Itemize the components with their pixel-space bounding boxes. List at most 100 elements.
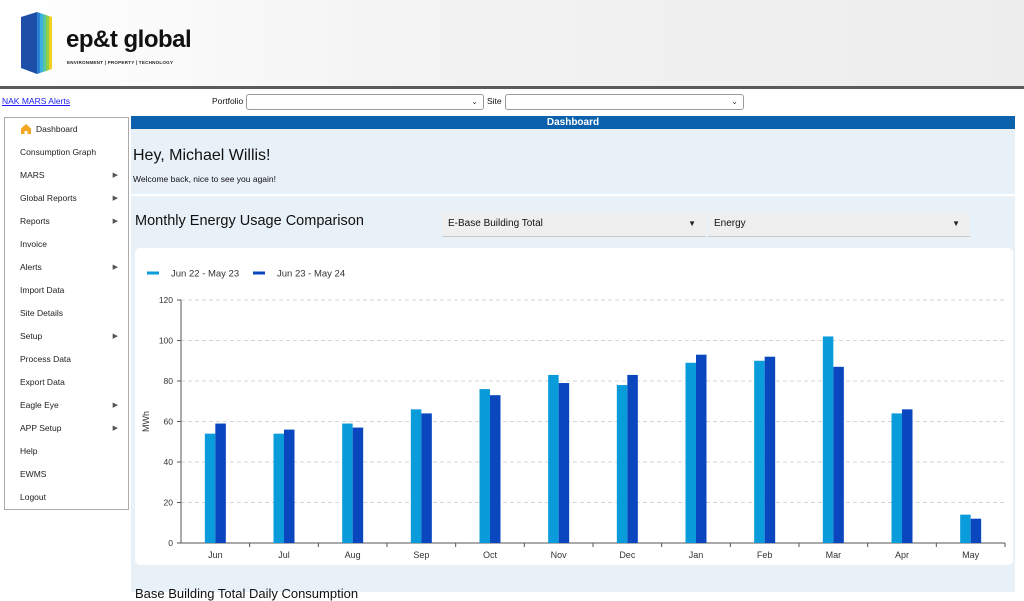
chart-section: Monthly Energy Usage Comparison E-Base B…	[131, 196, 1015, 601]
page-title-bar: Dashboard	[131, 116, 1015, 129]
caret-right-icon: ▶	[112, 172, 118, 179]
bar	[970, 518, 982, 543]
sidebar-item-label: MARS	[20, 170, 45, 180]
sidebar-item-eagle-eye[interactable]: Eagle Eye ▶	[5, 394, 128, 417]
y-tick-label: 40	[164, 457, 174, 467]
bar	[284, 429, 295, 543]
caret-right-icon: ▶	[112, 402, 118, 409]
sidebar-item-app-setup[interactable]: APP Setup ▶	[5, 417, 128, 440]
sidebar-item-label: Reports	[20, 216, 50, 226]
sidebar-item-invoice[interactable]: Invoice	[5, 233, 128, 256]
bar	[616, 385, 628, 543]
x-tick-label: Jan	[689, 550, 704, 560]
y-axis-label: MWh	[141, 411, 151, 432]
legend-label: Jun 22 - May 23	[171, 269, 239, 280]
bar	[764, 356, 776, 543]
brand-logo-icon	[21, 12, 52, 74]
building-dropdown-value: E-Base Building Total	[448, 218, 543, 229]
sidebar-item-mars[interactable]: MARS ▶	[5, 164, 128, 187]
bar	[479, 389, 490, 543]
sidebar-item-label: Global Reports	[20, 193, 77, 203]
chart-card: Jun 22 - May 23 Jun 23 - May 24 0 20 40 60 80 1…	[135, 248, 1013, 565]
legend-label: Jun 23 - May 24	[277, 269, 345, 280]
sidebar-item-label: APP Setup	[20, 423, 62, 433]
bar	[833, 366, 844, 543]
sidebar-item-setup[interactable]: Setup ▶	[5, 325, 128, 348]
bar	[342, 423, 353, 543]
sidebar-item-logout[interactable]: Logout	[5, 486, 128, 509]
site-select[interactable]: ⌄	[505, 94, 744, 110]
chevron-down-icon: ⌄	[731, 97, 738, 106]
sidebar-item-consumption-graph[interactable]: Consumption Graph	[5, 141, 128, 164]
bar	[696, 354, 707, 543]
x-tick-label: Oct	[483, 550, 498, 560]
bar	[627, 374, 638, 543]
sidebar-item-import-data[interactable]: Import Data	[5, 279, 128, 302]
building-dropdown[interactable]: E-Base Building Total ▼	[442, 213, 706, 237]
bar	[421, 413, 432, 543]
y-tick-label: 100	[159, 336, 173, 346]
sidebar-item-label: Consumption Graph	[20, 147, 97, 157]
y-tick-label: 0	[168, 538, 173, 548]
bar	[410, 409, 422, 543]
brand-tagline: ENVIRONMENT | PROPERTY | TECHNOLOGY	[67, 60, 174, 65]
x-tick-label: Apr	[895, 550, 909, 560]
bar	[352, 427, 364, 543]
bar	[754, 360, 765, 543]
home-icon	[21, 124, 31, 134]
x-tick-label: Jun	[208, 550, 223, 560]
app-header: ep&t global ENVIRONMENT | PROPERTY | TEC…	[0, 0, 1024, 89]
x-tick-label: Aug	[345, 550, 361, 560]
sidebar-item-process-data[interactable]: Process Data	[5, 348, 128, 371]
sidebar-item-dashboard[interactable]: Dashboard	[5, 118, 128, 141]
x-tick-label: Sep	[413, 550, 429, 560]
sidebar-item-help[interactable]: Help	[5, 440, 128, 463]
greeting-heading: Hey, Michael Willis!	[133, 147, 271, 164]
portfolio-select[interactable]: ⌄	[246, 94, 484, 110]
bar	[902, 409, 913, 543]
y-tick-label: 80	[164, 376, 174, 386]
caret-down-icon: ▼	[952, 219, 960, 228]
sidebar-item-site-details[interactable]: Site Details	[5, 302, 128, 325]
sidebar-item-reports[interactable]: Reports ▶	[5, 210, 128, 233]
x-tick-label: Jul	[278, 550, 290, 560]
sidebar-item-ewms[interactable]: EWMS	[5, 463, 128, 486]
bar	[490, 395, 501, 543]
x-tick-label: May	[962, 550, 980, 560]
caret-right-icon: ▶	[112, 264, 118, 271]
y-tick-label: 60	[164, 417, 174, 427]
bar	[548, 374, 559, 543]
welcome-panel: Hey, Michael Willis! Welcome back, nice …	[131, 129, 1015, 194]
x-tick-label: Nov	[551, 550, 568, 560]
caret-down-icon: ▼	[688, 219, 696, 228]
sidebar-item-label: Alerts	[20, 262, 42, 272]
bar	[960, 514, 971, 543]
sidebar-item-label: EWMS	[20, 469, 47, 479]
sidebar-item-label: Site Details	[20, 308, 63, 318]
bar	[204, 433, 216, 543]
site-label: Site	[487, 96, 502, 106]
sidebar-item-label: Setup	[20, 331, 43, 341]
sidebar-item-label: Logout	[20, 492, 46, 502]
sidebar-item-export-data[interactable]: Export Data	[5, 371, 128, 394]
metric-dropdown-value: Energy	[714, 218, 746, 229]
y-tick-label: 120	[159, 295, 173, 305]
portfolio-label: Portfolio	[212, 96, 244, 106]
bar	[891, 413, 902, 543]
welcome-message: Welcome back, nice to see you again!	[133, 174, 277, 184]
bar	[558, 383, 570, 543]
sidebar-item-label: Invoice	[20, 239, 47, 249]
bar	[685, 362, 696, 543]
sidebar-item-global-reports[interactable]: Global Reports ▶	[5, 187, 128, 210]
sidebar-item-label: Export Data	[20, 377, 65, 387]
x-tick-label: Mar	[826, 550, 842, 560]
sidebar-item-alerts[interactable]: Alerts ▶	[5, 256, 128, 279]
sidebar-item-label: Eagle Eye	[20, 400, 59, 410]
alerts-link[interactable]: NAK MARS Alerts	[2, 96, 70, 106]
monthly-energy-chart: Jun 22 - May 23 Jun 23 - May 24 0 20 40 60 80 1…	[141, 269, 1006, 560]
sidebar-item-label: Help	[20, 446, 38, 456]
next-section-title: Base Building Total Daily Consumption	[135, 586, 359, 601]
sidebar-item-label: Import Data	[20, 285, 65, 295]
metric-dropdown[interactable]: Energy ▼	[708, 213, 970, 237]
chevron-down-icon: ⌄	[471, 97, 478, 106]
